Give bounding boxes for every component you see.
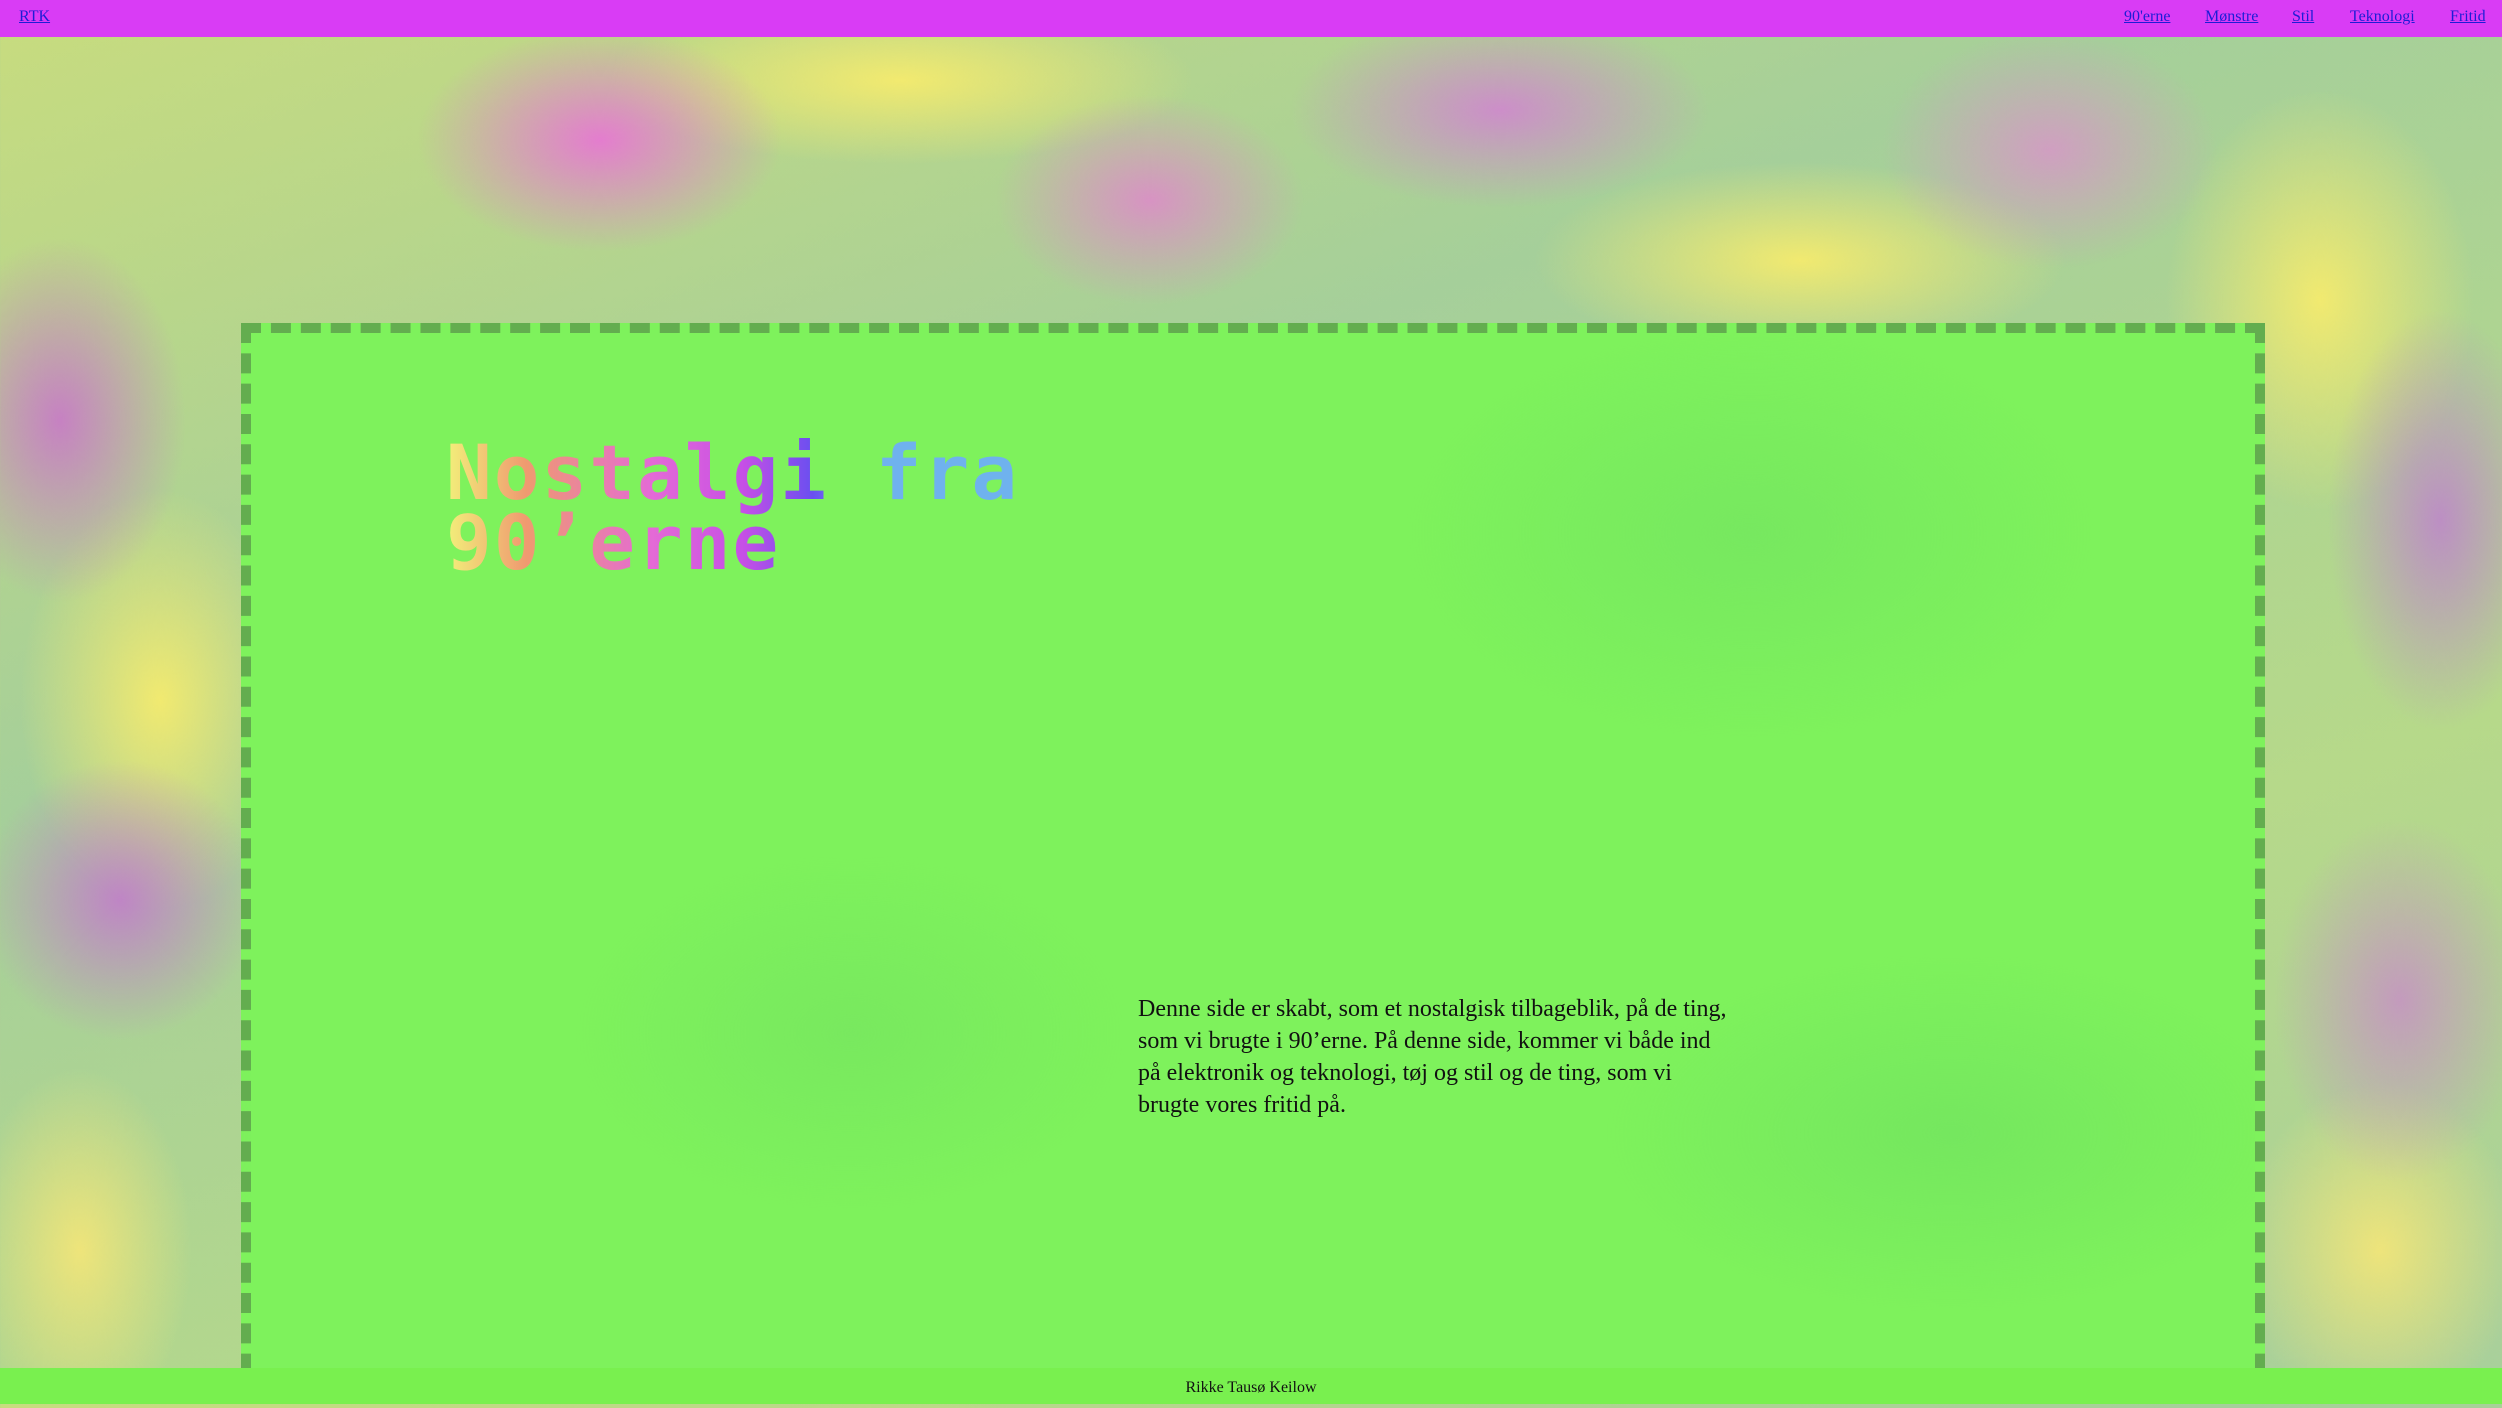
- footer-bar: Rikke Tausø Keilow: [0, 1368, 2502, 1404]
- nav-link-stil[interactable]: Stil: [2292, 8, 2314, 26]
- top-nav-bar: RTK 90'erne Mønstre Stil Teknologi Friti…: [0, 0, 2502, 37]
- nav-link-monstre[interactable]: Mønstre: [2205, 8, 2258, 26]
- footer-author: Rikke Tausø Keilow: [1185, 1379, 1317, 1396]
- nav-link-90erne[interactable]: 90'erne: [2124, 8, 2170, 26]
- intro-paragraph: Denne side er skabt, som et nostalgisk t…: [1138, 996, 1727, 1118]
- nav-brand-link[interactable]: RTK: [19, 8, 50, 26]
- nav-link-teknologi[interactable]: Teknologi: [2350, 8, 2415, 26]
- nav-link-fritid[interactable]: Fritid: [2450, 8, 2486, 26]
- page-title: Nostalgi fra 90’erne: [446, 428, 1020, 587]
